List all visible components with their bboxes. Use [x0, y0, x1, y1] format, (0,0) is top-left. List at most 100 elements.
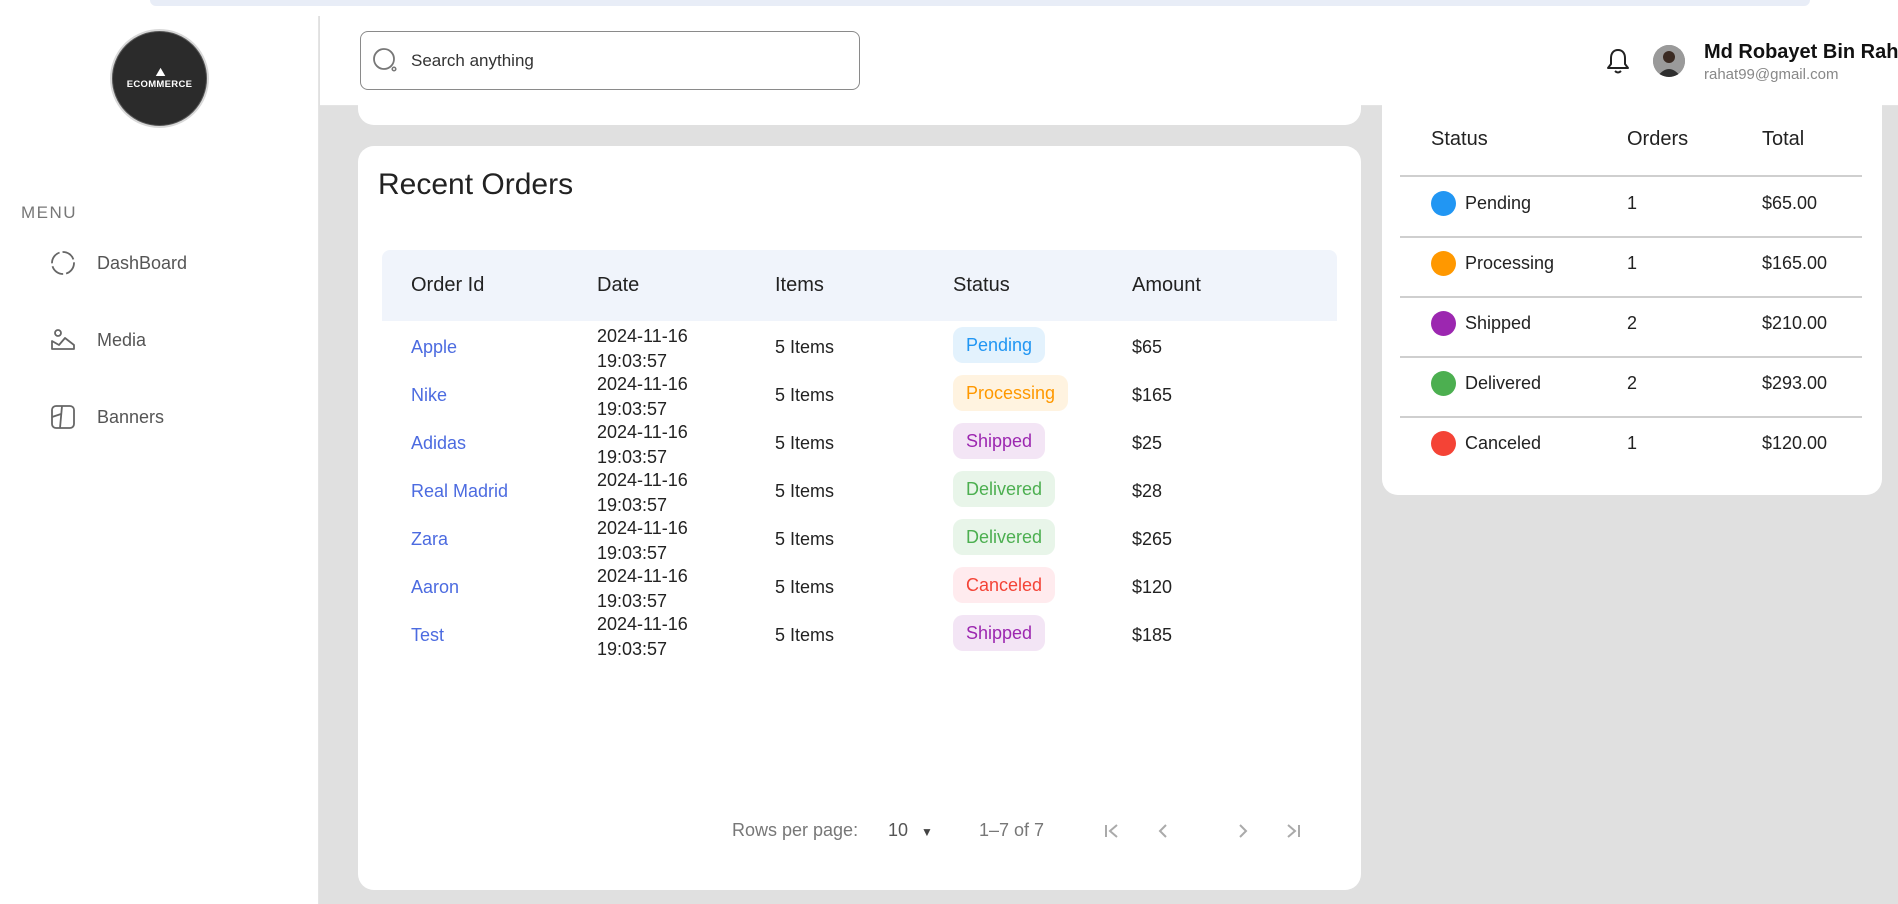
rows-per-page-label: Rows per page: — [732, 820, 859, 840]
table-row[interactable]: Nike 2024-11-16 19:03:57 5 Items Processing $… — [382, 372, 1337, 420]
next-page-icon[interactable] — [1230, 818, 1256, 844]
order-date-day: 2024-11-16 — [597, 566, 688, 586]
order-date: 2024-11-16 19:03:57 — [597, 612, 688, 662]
pagination-range: 1–7 of 7 — [979, 820, 1045, 840]
order-items: 5 Items — [775, 625, 835, 645]
column-header[interactable]: Status — [953, 274, 1010, 297]
status-orders-count: 1 — [1627, 253, 1638, 273]
order-amount: $65 — [1132, 337, 1163, 357]
header: Md Robayet Bin Rahat rahat99@gmail.com — [320, 16, 1898, 106]
order-id-link[interactable]: Adidas — [411, 433, 466, 454]
previous-page-icon[interactable] — [1150, 818, 1176, 844]
order-date-day: 2024-11-16 — [597, 470, 688, 490]
status-name: Shipped — [1465, 313, 1532, 333]
order-items: 5 Items — [775, 577, 835, 597]
top-bar — [150, 0, 1810, 6]
search-input[interactable] — [411, 50, 831, 71]
column-header: Status — [1431, 128, 1488, 150]
recent-orders-card: Recent Orders Order Id Date Items Status… — [358, 146, 1361, 890]
order-amount: $25 — [1132, 433, 1163, 453]
order-date: 2024-11-16 19:03:57 — [597, 324, 688, 374]
column-header[interactable]: Date — [597, 274, 639, 297]
user-email: rahat99@gmail.com — [1704, 66, 1839, 83]
table-row[interactable]: Test 2024-11-16 19:03:57 5 Items Shipped $185 — [382, 612, 1337, 660]
first-page-icon[interactable] — [1099, 818, 1125, 844]
table-row[interactable]: Adidas 2024-11-16 19:03:57 5 Items Shipped $2… — [382, 420, 1337, 468]
order-id-link[interactable]: Real Madrid — [411, 481, 508, 502]
order-date: 2024-11-16 19:03:57 — [597, 468, 688, 518]
status-color-dot — [1431, 371, 1456, 396]
sidebar-item-media[interactable]: Media — [48, 322, 146, 358]
status-badge: Delivered — [953, 471, 1056, 507]
recent-orders-title: Recent Orders — [378, 168, 574, 201]
order-date-day: 2024-11-16 — [597, 422, 688, 442]
order-date: 2024-11-16 19:03:57 — [597, 564, 688, 614]
order-date-time: 19:03:57 — [597, 351, 668, 371]
order-amount: $120 — [1132, 577, 1173, 597]
order-id-link[interactable]: Aaron — [411, 577, 459, 598]
dashboard-icon — [48, 248, 78, 278]
sidebar-item-label: Media — [97, 329, 147, 350]
browser-top-strip — [0, 0, 1898, 16]
rows-per-page-value: 10 — [888, 820, 909, 840]
chevron-down-icon: ▼ — [921, 825, 933, 839]
last-page-icon[interactable] — [1280, 818, 1306, 844]
status-summary-row: Canceled 1 $120.00 — [1382, 417, 1882, 475]
logo[interactable]: ⛰ ECOMMERCE — [110, 29, 209, 128]
order-items: 5 Items — [775, 337, 835, 357]
status-orders-count: 1 — [1627, 433, 1638, 453]
status-summary-row: Pending 1 $65.00 — [1382, 177, 1882, 235]
column-header: Total — [1762, 128, 1805, 150]
order-items: 5 Items — [775, 529, 835, 549]
orders-table-header: Order Id Date Items Status Amount — [382, 250, 1337, 321]
order-items: 5 Items — [775, 385, 835, 405]
status-orders-count: 2 — [1627, 313, 1638, 333]
order-amount: $185 — [1132, 625, 1173, 645]
order-id-link[interactable]: Zara — [411, 529, 448, 550]
menu-title: MENU — [21, 203, 78, 222]
column-header[interactable]: Amount — [1132, 274, 1201, 297]
order-date-time: 19:03:57 — [597, 543, 668, 563]
status-color-dot — [1431, 251, 1456, 276]
table-row[interactable]: Aaron 2024-11-16 19:03:57 5 Items Canceled $1… — [382, 564, 1337, 612]
table-row[interactable]: Zara 2024-11-16 19:03:57 5 Items Delivered $2… — [382, 516, 1337, 564]
table-row[interactable]: Apple 2024-11-16 19:03:57 5 Items Pending $65 — [382, 324, 1337, 372]
sidebar-item-dashboard[interactable]: DashBoard — [48, 245, 187, 281]
status-badge: Shipped — [953, 423, 1046, 459]
search-icon — [371, 46, 401, 76]
status-badge: Pending — [953, 327, 1046, 363]
notification-bell-icon[interactable] — [1602, 45, 1634, 77]
status-total: $165.00 — [1762, 253, 1828, 273]
order-date: 2024-11-16 19:03:57 — [597, 516, 688, 566]
order-id-link[interactable]: Test — [411, 625, 444, 646]
order-items: 5 Items — [775, 433, 835, 453]
sidebar-item-banners[interactable]: Banners — [48, 399, 164, 435]
logo-mountain-icon: ⛰ — [155, 65, 165, 79]
order-id-link[interactable]: Nike — [411, 385, 447, 406]
avatar[interactable] — [1653, 45, 1685, 77]
status-orders-count: 2 — [1627, 373, 1638, 393]
order-id-link[interactable]: Apple — [411, 337, 457, 358]
order-items: 5 Items — [775, 481, 835, 501]
status-total: $210.00 — [1762, 313, 1828, 333]
status-badge: Processing — [953, 375, 1069, 411]
order-date-time: 19:03:57 — [597, 447, 668, 467]
status-color-dot — [1431, 311, 1456, 336]
column-header[interactable]: Order Id — [411, 274, 484, 297]
table-row[interactable]: Real Madrid 2024-11-16 19:03:57 5 Items Deli… — [382, 468, 1337, 516]
status-color-dot — [1431, 191, 1456, 216]
order-date-day: 2024-11-16 — [597, 518, 688, 538]
user-name: Md Robayet Bin Rahat — [1704, 41, 1898, 63]
order-date-time: 19:03:57 — [597, 591, 668, 611]
status-summary-row: Processing 1 $165.00 — [1382, 237, 1882, 295]
search-box[interactable] — [360, 31, 860, 90]
order-amount: $28 — [1132, 481, 1163, 501]
status-total: $65.00 — [1762, 193, 1818, 213]
rows-per-page-select[interactable]: 10 ▼ — [888, 820, 933, 841]
status-total: $120.00 — [1762, 433, 1828, 453]
order-date: 2024-11-16 19:03:57 — [597, 420, 688, 470]
order-date-time: 19:03:57 — [597, 639, 668, 659]
sidebar-item-label: Banners — [97, 406, 165, 427]
status-badge: Shipped — [953, 615, 1046, 651]
column-header[interactable]: Items — [775, 274, 824, 297]
